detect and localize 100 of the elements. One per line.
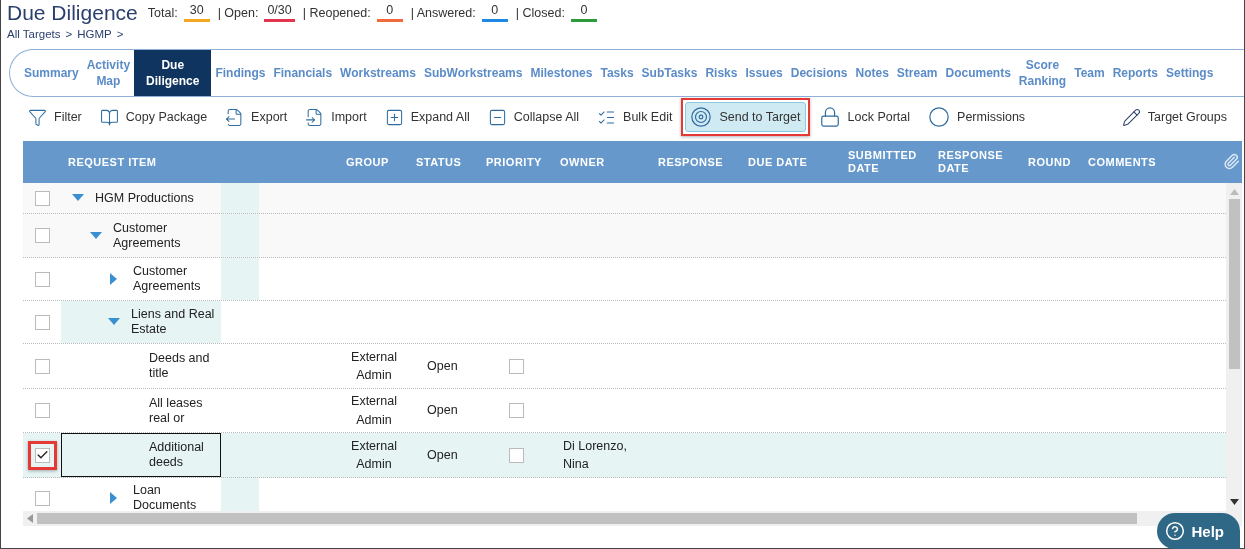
nav-tab[interactable]: SubWorkstreams: [419, 50, 527, 96]
breadcrumb-separator: >: [116, 28, 124, 40]
priority-checkbox[interactable]: [508, 447, 524, 463]
stat-label: | Reopened:: [302, 5, 371, 20]
expand-triangle-icon[interactable]: [110, 273, 118, 285]
stat-value: 0/30: [264, 3, 295, 22]
group-text: External Admin: [350, 393, 398, 429]
column-header: GROUP: [346, 155, 389, 169]
nav-tab[interactable]: SubTasks: [637, 50, 702, 96]
request-item-text: Liens and Real Estate: [131, 307, 216, 337]
toolbar-button[interactable]: Copy Package: [94, 102, 213, 132]
group-text: External Admin: [350, 348, 398, 384]
collapse-triangle-icon[interactable]: [108, 318, 120, 326]
pencil-icon: [1121, 107, 1141, 127]
stat-label: | Answered:: [410, 5, 476, 20]
column-header: DUE DATE: [748, 155, 808, 169]
request-item-text: Loan Documents: [133, 483, 198, 511]
toolbar-button[interactable]: Import: [300, 102, 372, 132]
stat-value: 0: [570, 3, 597, 22]
owner-text: Di Lorenzo, Nina: [563, 437, 628, 473]
expand-triangle-icon[interactable]: [110, 492, 118, 504]
status-text: Open: [426, 446, 458, 464]
vertical-scrollbar[interactable]: [1226, 183, 1242, 511]
request-item-text: All leases real or: [149, 395, 204, 426]
priority-checkbox[interactable]: [508, 403, 524, 418]
stat-label: Total:: [147, 5, 178, 20]
toolbar-button[interactable]: Bulk Edit: [592, 102, 678, 132]
page-title: Due Diligence: [7, 1, 138, 25]
help-button[interactable]: Help: [1157, 513, 1240, 549]
nav-tab[interactable]: Workstreams: [336, 50, 420, 96]
column-header: PRIORITY: [486, 155, 542, 169]
minus-square-icon: [487, 107, 507, 127]
filter-icon: [28, 107, 47, 127]
table-row[interactable]: Customer Agreements: [23, 258, 1226, 301]
nav-tab[interactable]: Tasks: [596, 50, 638, 96]
priority-checkbox[interactable]: [508, 358, 524, 374]
toolbar-button[interactable]: Expand All: [379, 102, 475, 132]
row-checkbox[interactable]: [34, 314, 50, 330]
column-header: STATUS: [416, 155, 462, 169]
stat-label: | Open:: [217, 5, 259, 20]
row-checkbox[interactable]: [34, 271, 50, 287]
target-icon: [690, 106, 713, 128]
status-text: Open: [426, 357, 458, 375]
paperclip-icon: [1223, 153, 1240, 170]
group-text: External Admin: [350, 437, 398, 473]
column-header: OWNER: [560, 155, 605, 169]
nav-tab[interactable]: Score Ranking: [1014, 50, 1071, 96]
row-checkbox[interactable]: [34, 490, 50, 506]
toolbar-button[interactable]: Target Groups: [1116, 102, 1232, 132]
nav-tab[interactable]: Documents: [941, 50, 1015, 96]
toolbar-button[interactable]: Export: [220, 102, 293, 132]
column-header: ROUND: [1028, 155, 1071, 169]
nav-tab[interactable]: Due Diligence: [134, 50, 212, 96]
horizontal-scrollbar[interactable]: [23, 511, 1242, 526]
request-item-text: HGM Productions: [95, 190, 194, 206]
lock-icon: [818, 106, 841, 128]
stat-label: | Closed:: [515, 5, 565, 20]
column-header: SUBMITTED DATE: [848, 149, 918, 175]
nav-tab[interactable]: Milestones: [526, 50, 597, 96]
request-item-text: Deeds and title: [149, 351, 211, 381]
stat-value: 0: [376, 3, 403, 22]
row-checkbox[interactable]: [34, 447, 50, 463]
circle-icon: [928, 106, 951, 128]
column-header: COMMENTS: [1088, 155, 1157, 169]
table-row[interactable]: HGM Productions: [23, 183, 1226, 214]
column-header: REQUEST ITEM: [68, 155, 157, 169]
stat-value: 30: [183, 3, 210, 22]
table-row[interactable]: Additional deeds External Admin Open Di Lorenzo, Nina: [23, 433, 1226, 478]
stat-value: 0: [481, 3, 508, 22]
nav-tab[interactable]: Team: [1070, 50, 1109, 96]
scroll-down-arrow-icon[interactable]: [1229, 499, 1239, 505]
nav-tab[interactable]: Summary: [20, 50, 83, 96]
plus-square-icon: [384, 107, 404, 127]
row-checkbox[interactable]: [34, 190, 50, 206]
table-row[interactable]: Liens and Real Estate: [23, 301, 1226, 344]
book-icon: [99, 107, 119, 127]
column-header: RESPONSE: [658, 155, 724, 169]
collapse-triangle-icon[interactable]: [90, 231, 102, 240]
toolbar-button[interactable]: Collapse All: [482, 102, 585, 132]
request-item-text: Customer Agreements: [113, 220, 182, 251]
nav-tab[interactable]: Activity Map: [82, 50, 135, 96]
toolbar-button[interactable]: Send to Target: [685, 102, 806, 132]
breadcrumb-separator: >: [65, 28, 73, 40]
help-icon: [1165, 521, 1186, 541]
row-checkbox[interactable]: [34, 403, 50, 418]
collapse-triangle-icon[interactable]: [72, 194, 84, 202]
scroll-up-arrow-icon[interactable]: [1229, 189, 1239, 195]
breadcrumb-link[interactable]: HGMP: [77, 28, 112, 40]
row-checkbox[interactable]: [34, 228, 50, 243]
breadcrumb-link[interactable]: All Targets: [7, 28, 61, 40]
column-header: RESPONSE DATE: [938, 149, 1005, 175]
toolbar-button[interactable]: Permissions: [923, 102, 1031, 132]
table-row[interactable]: Customer Agreements: [23, 214, 1226, 258]
status-text: Open: [426, 402, 458, 420]
nav-tab[interactable]: Decisions: [786, 50, 852, 96]
toolbar-button[interactable]: Filter: [23, 102, 87, 132]
scroll-left-arrow-icon[interactable]: [27, 514, 33, 523]
toolbar-button[interactable]: Lock Portal: [813, 102, 916, 132]
row-checkbox[interactable]: [34, 358, 50, 374]
nav-tab[interactable]: Notes: [851, 50, 893, 96]
